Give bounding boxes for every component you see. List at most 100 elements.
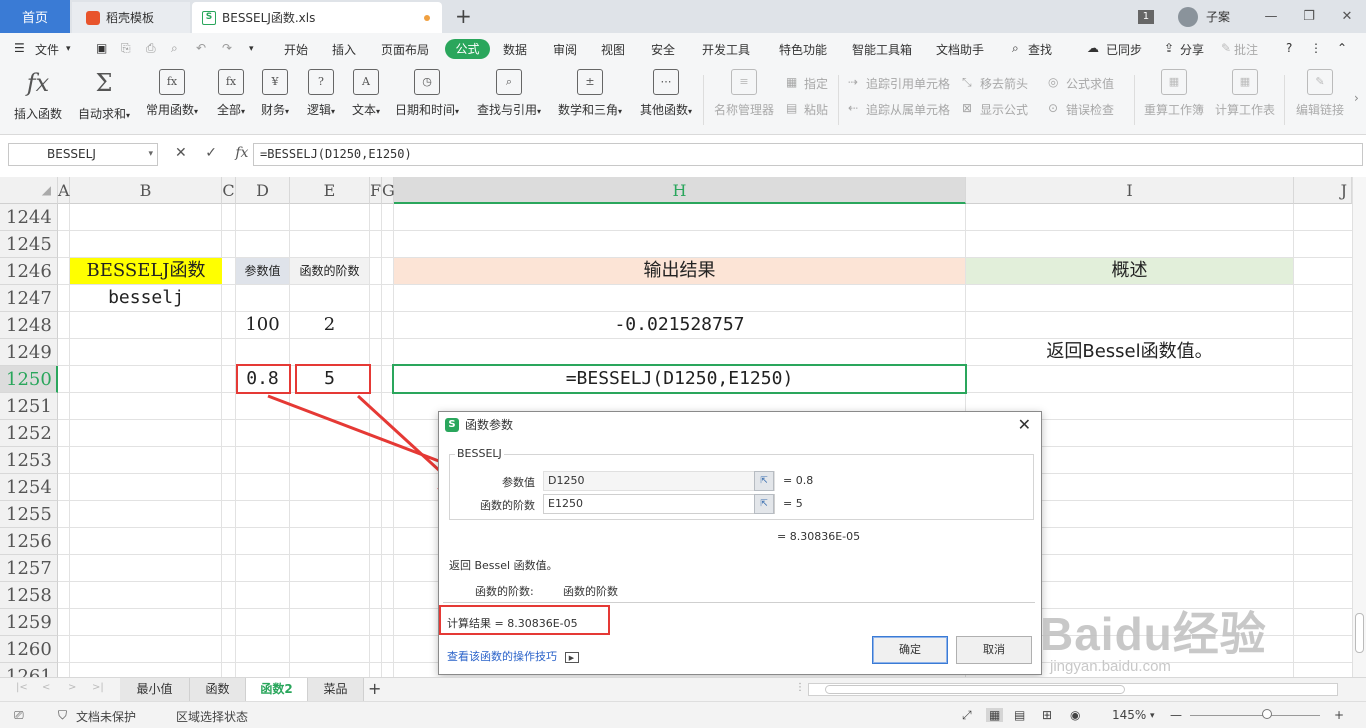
arg2-input[interactable]: E1250 (543, 494, 775, 514)
col-header-j[interactable]: J (1294, 177, 1352, 204)
row-header-selected[interactable]: 1250 (0, 366, 58, 393)
cell-d1248[interactable]: 100 (236, 312, 289, 338)
cell-e1248[interactable]: 2 (290, 312, 369, 338)
next-sheet-icon[interactable]: > (68, 682, 76, 693)
cancel-button[interactable]: 取消 (956, 636, 1032, 664)
add-sheet-button[interactable]: + (368, 679, 381, 698)
chevron-down-icon[interactable]: ▾ (148, 144, 153, 165)
avatar[interactable] (1177, 6, 1198, 27)
row-header[interactable]: 1245 (0, 231, 58, 258)
menu-start[interactable]: 开始 (284, 41, 308, 58)
sheet-tab-function[interactable]: 函数 (190, 678, 246, 701)
specify-button[interactable]: 指定 (804, 75, 828, 92)
horizontal-scroll-thumb[interactable] (825, 685, 1125, 694)
range-picker-icon[interactable]: ⇱ (754, 471, 774, 491)
comment-button[interactable]: 批注 (1234, 41, 1258, 58)
trace-precedents-button[interactable]: 追踪引用单元格 (866, 75, 950, 92)
row-header[interactable]: 1248 (0, 312, 58, 339)
menu-formula[interactable]: 公式 (445, 39, 490, 59)
remove-arrows-button[interactable]: 移去箭头 (980, 75, 1028, 92)
col-header-c[interactable]: C (222, 177, 236, 204)
menu-developer[interactable]: 开发工具 (702, 41, 750, 58)
cell-i1246-header[interactable]: 概述 (966, 258, 1293, 284)
new-tab-button[interactable]: + (455, 4, 472, 28)
math-trig-button[interactable]: ± 数学和三角▾ (555, 69, 625, 118)
arg1-input[interactable]: D1250 (543, 471, 775, 491)
page-break-view-icon[interactable]: ⊞ (1042, 708, 1052, 722)
cell-h1246-header[interactable]: 输出结果 (394, 258, 965, 284)
menu-search[interactable]: 查找 (1028, 41, 1052, 58)
sheet-tab-function2[interactable]: 函数2 (246, 678, 308, 701)
row-header[interactable]: 1255 (0, 501, 58, 528)
horizontal-scrollbar[interactable] (808, 683, 1338, 696)
menu-data[interactable]: 数据 (503, 41, 527, 58)
col-header-d[interactable]: D (236, 177, 290, 204)
vertical-scroll-thumb[interactable] (1355, 613, 1364, 653)
more-icon[interactable]: ⋮ (1310, 41, 1322, 55)
first-sheet-icon[interactable]: |< (16, 682, 28, 693)
menu-special[interactable]: 特色功能 (779, 41, 827, 58)
dialog-titlebar[interactable]: S 函数参数 (439, 412, 1041, 438)
zoom-in-icon[interactable]: + (1334, 708, 1344, 722)
zoom-out-icon[interactable]: — (1170, 708, 1182, 722)
sync-status[interactable]: 已同步 (1106, 41, 1142, 58)
edit-links-button[interactable]: ✎ 编辑链接 (1294, 69, 1346, 118)
col-header-a[interactable]: A (58, 177, 70, 204)
preview-icon[interactable]: ⌕ (171, 41, 178, 56)
restore-icon[interactable]: ❐ (1290, 9, 1328, 24)
row-header[interactable]: 1251 (0, 393, 58, 420)
row-header[interactable]: 1261 (0, 663, 58, 677)
finance-button[interactable]: ¥ 财务▾ (256, 69, 294, 118)
row-header[interactable]: 1258 (0, 582, 58, 609)
tab-home[interactable]: 首页 (0, 0, 70, 33)
menu-insert[interactable]: 插入 (332, 41, 356, 58)
row-header[interactable]: 1259 (0, 609, 58, 636)
name-box[interactable]: BESSELJ ▾ (8, 143, 158, 166)
fx-icon[interactable]: fx (235, 145, 248, 161)
col-header-e[interactable]: E (290, 177, 370, 204)
chevron-down-icon[interactable]: ▾ (1150, 711, 1155, 721)
function-tips-link[interactable]: 查看该函数的操作技巧 ▶ (447, 648, 579, 664)
eval-formula-button[interactable]: 公式求值 (1066, 75, 1114, 92)
trace-dependents-icon[interactable]: ⇠ (848, 101, 858, 115)
show-formula-button[interactable]: 显示公式 (980, 101, 1028, 118)
cell-d1246-header[interactable]: 参数值 (236, 258, 289, 284)
range-picker-icon[interactable]: ⇱ (754, 494, 774, 514)
export-icon[interactable]: ⎘ (121, 41, 131, 56)
menu-review[interactable]: 审阅 (553, 41, 577, 58)
datetime-button[interactable]: ◷ 日期和时间▾ (392, 69, 462, 118)
show-formula-icon[interactable]: ⊠ (962, 101, 972, 115)
remove-arrows-icon[interactable]: ⤡ (962, 75, 972, 90)
col-header-b[interactable]: B (70, 177, 222, 204)
hamburger-icon[interactable]: ☰ (14, 41, 25, 55)
cell-i1249[interactable]: 返回Bessel函数值。 (966, 339, 1293, 365)
cloud-sync-icon[interactable]: ☁ (1087, 41, 1099, 55)
error-check-icon[interactable]: ⊙ (1048, 101, 1058, 115)
ribbon-scroll-right-icon[interactable]: › (1354, 91, 1359, 105)
normal-view-icon[interactable]: ▦ (986, 708, 1004, 722)
trace-precedents-icon[interactable]: ⇢ (848, 75, 858, 89)
eval-formula-icon[interactable]: ◎ (1048, 75, 1058, 89)
chevron-down-icon[interactable]: ▾ (66, 44, 71, 54)
print-icon[interactable]: ⎙ (146, 41, 156, 56)
calc-sheet-button[interactable]: ▦ 计算工作表 (1214, 69, 1276, 118)
cell-b1246-title[interactable]: BESSELJ函数 (70, 258, 222, 284)
col-header-h[interactable]: H (394, 177, 966, 204)
zoom-slider-handle[interactable] (1262, 709, 1272, 719)
collapse-ribbon-icon[interactable]: ⌃ (1337, 41, 1347, 55)
zoom-slider[interactable] (1190, 715, 1320, 716)
row-header[interactable]: 1254 (0, 474, 58, 501)
more-sheets-icon[interactable]: ⋮ (795, 682, 805, 693)
share-button[interactable]: 分享 (1180, 41, 1204, 58)
menu-doc-assistant[interactable]: 文档助手 (936, 41, 984, 58)
macro-icon[interactable]: ⎚ (14, 708, 24, 723)
tab-document[interactable]: S BESSELJ函数.xls (192, 2, 442, 33)
share-icon[interactable]: ⇪ (1164, 41, 1174, 55)
row-header[interactable]: 1256 (0, 528, 58, 555)
fullscreen-icon[interactable]: ⤢ (962, 708, 972, 723)
row-header[interactable]: 1246 (0, 258, 58, 285)
vertical-scrollbar[interactable] (1352, 177, 1366, 677)
lookup-button[interactable]: ⌕ 查找与引用▾ (473, 69, 545, 118)
menu-security[interactable]: 安全 (651, 41, 675, 58)
sheet-tab-dishes[interactable]: 菜品 (308, 678, 364, 701)
